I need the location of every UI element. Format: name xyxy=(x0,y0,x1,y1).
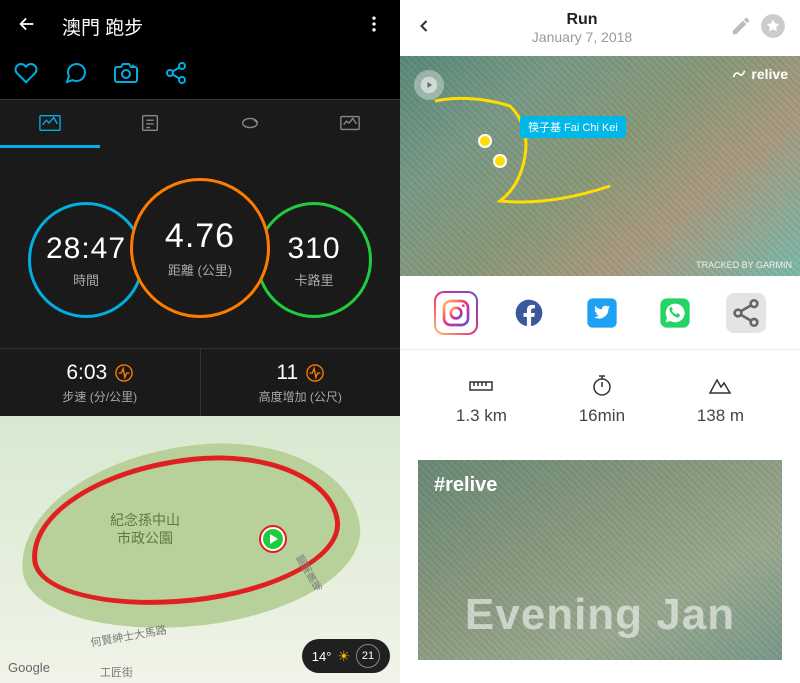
elev-value: 11 xyxy=(276,361,298,385)
pulse-icon xyxy=(306,364,324,382)
video-title-overlay: Evening Jan xyxy=(418,590,782,640)
share-whatsapp-button[interactable] xyxy=(653,291,697,335)
distance-value: 1.3 km xyxy=(456,406,507,426)
hashtag-overlay: #relive xyxy=(434,474,497,497)
stats-rings: 28:47 時間 310 卡路里 4.76 距離 (公里) xyxy=(0,148,400,348)
elev-label: 高度增加 (公尺) xyxy=(259,388,342,405)
relive-logo: relive xyxy=(731,66,788,82)
calories-label: 卡路里 xyxy=(294,270,333,289)
weather-widget[interactable]: 14° ☀ 21 xyxy=(302,639,390,673)
page-title: 澳門 跑步 xyxy=(62,13,364,40)
elev-value: 138 m xyxy=(697,406,744,426)
more-icon[interactable] xyxy=(364,14,384,39)
back-chevron-icon[interactable] xyxy=(414,16,434,41)
time-value: 16min xyxy=(579,406,625,426)
time-label: 時間 xyxy=(73,270,99,289)
distance-label: 距離 (公里) xyxy=(168,260,232,279)
ring-calories: 310 卡路里 xyxy=(256,202,372,318)
park-label: 紀念孫中山 市政公園 xyxy=(110,511,180,547)
stat-elevation[interactable]: 11 高度增加 (公尺) xyxy=(201,349,401,416)
route-overlay xyxy=(430,86,710,226)
tab-overview[interactable] xyxy=(0,100,100,148)
activity-date: January 7, 2018 xyxy=(442,29,722,45)
ruler-icon xyxy=(468,374,494,396)
tab-charts[interactable] xyxy=(300,100,400,148)
share-facebook-button[interactable] xyxy=(507,291,551,335)
share-icon[interactable] xyxy=(164,61,188,90)
tab-laps[interactable] xyxy=(200,100,300,148)
stat-elevation: 138 m xyxy=(697,374,744,426)
heart-icon[interactable] xyxy=(14,61,38,90)
mountain-icon xyxy=(707,374,733,396)
sun-icon: ☀ xyxy=(337,648,350,665)
back-arrow-icon[interactable] xyxy=(16,13,38,40)
road-label: 工匠街 xyxy=(100,664,133,680)
share-instagram-button[interactable] xyxy=(434,291,478,335)
route-map[interactable]: 紀念孫中山 市政公園 何賢紳士大馬路 關閘廣場 工匠街 Google 14° ☀… xyxy=(0,416,400,683)
comment-icon[interactable] xyxy=(64,61,88,90)
tracker-credit: TRACKED BY GARMIN xyxy=(696,260,792,270)
calories-value: 310 xyxy=(287,232,340,266)
start-marker-icon xyxy=(258,524,288,554)
edit-icon[interactable] xyxy=(730,15,752,42)
stat-distance: 1.3 km xyxy=(456,374,507,426)
star-icon[interactable] xyxy=(760,13,786,44)
stopwatch-icon xyxy=(589,374,615,396)
time-value: 28:47 xyxy=(46,232,126,266)
pace-value: 6:03 xyxy=(66,361,107,385)
stat-pace[interactable]: 6:03 步速 (分/公里) xyxy=(0,349,201,416)
stat-time: 16min xyxy=(579,374,625,426)
location-badge: 筷子基 Fai Chi Kei xyxy=(520,116,626,138)
relive-video-preview[interactable]: 筷子基 Fai Chi Kei relive TRACKED BY GARMIN xyxy=(400,56,800,276)
share-more-button[interactable] xyxy=(726,293,766,333)
ring-distance: 4.76 距離 (公里) xyxy=(130,178,270,318)
ring-time: 28:47 時間 xyxy=(28,202,144,318)
share-twitter-button[interactable] xyxy=(580,291,624,335)
camera-icon[interactable] xyxy=(114,61,138,90)
temperature: 14° xyxy=(312,649,332,664)
relive-secondary-preview[interactable]: #relive Evening Jan xyxy=(418,460,782,660)
tab-details[interactable] xyxy=(100,100,200,148)
activity-title: Run xyxy=(442,11,722,29)
pulse-icon xyxy=(115,364,133,382)
distance-value: 4.76 xyxy=(165,217,235,256)
pace-label: 步速 (分/公里) xyxy=(62,388,137,405)
date-badge: 21 xyxy=(356,644,380,668)
map-provider-logo: Google xyxy=(8,660,50,675)
